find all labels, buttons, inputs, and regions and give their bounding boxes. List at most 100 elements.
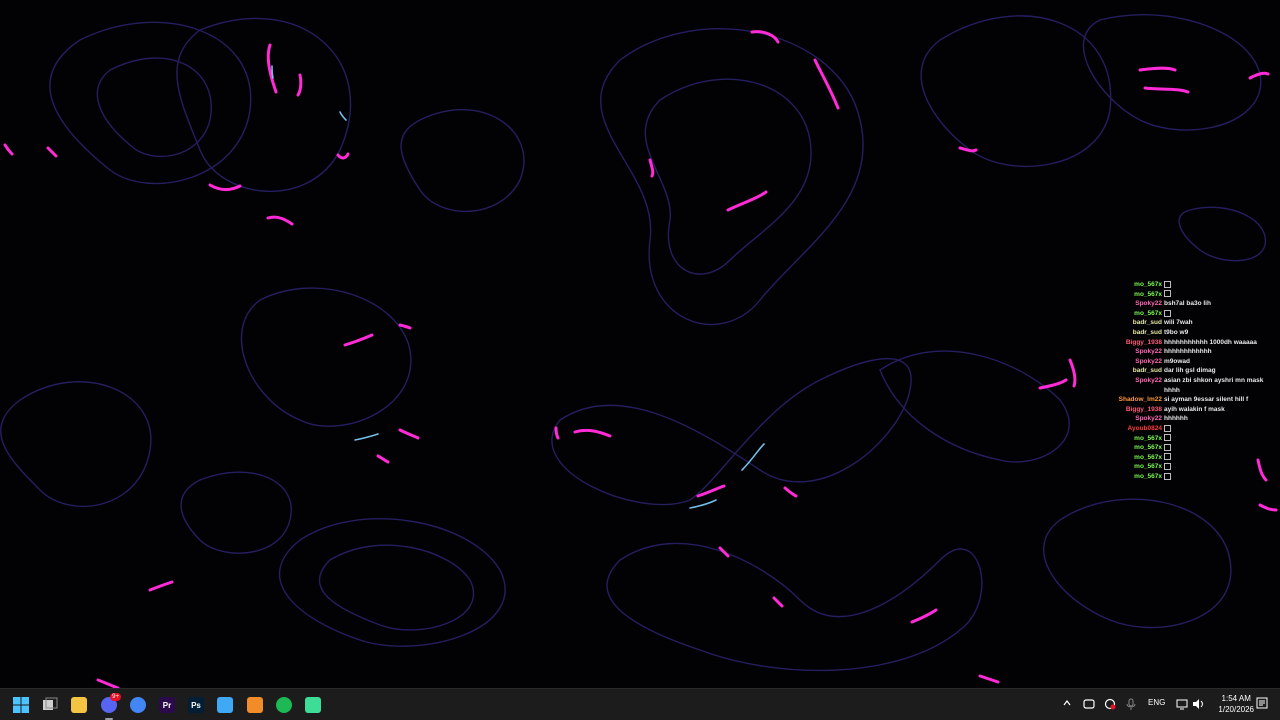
emote-icon	[1164, 434, 1171, 442]
chat-username: Biggy_1938	[1125, 405, 1162, 413]
chat-text	[1164, 434, 1268, 444]
chat-username: mo_567x	[1134, 453, 1162, 461]
language-indicator[interactable]: ENG	[1148, 698, 1165, 707]
desktop-wallpaper	[0, 0, 1280, 688]
chrome-button[interactable]	[126, 693, 150, 717]
chat-username: mo_567x	[1134, 472, 1162, 480]
chevron-up-icon[interactable]	[1062, 698, 1072, 710]
chat-message: Spoky22 asian zbi shkon ayshri mn mask hh…	[1098, 376, 1268, 395]
photoshop-button[interactable]: Ps	[184, 693, 208, 717]
chat-text	[1164, 424, 1268, 434]
chat-username: Ayoub0824	[1127, 424, 1162, 432]
chat-username: Spoky22	[1135, 376, 1162, 384]
chat-username: Biggy_1938	[1125, 338, 1162, 346]
security-icon[interactable]	[1104, 698, 1116, 712]
chat-username: mo_567x	[1134, 463, 1162, 471]
sync-icon[interactable]	[1083, 698, 1095, 712]
volume-icon[interactable]	[1192, 698, 1204, 712]
chat-text: dar lih gsl dimag	[1164, 367, 1216, 375]
chat-username: mo_567x	[1134, 444, 1162, 452]
chat-text: wili 7wah	[1164, 319, 1193, 327]
chat-text	[1164, 472, 1268, 482]
chat-text: asian zbi shkon ayshri mn mask hhhh	[1164, 376, 1264, 394]
chat-username: mo_567x	[1134, 290, 1162, 298]
premiere-icon: Pr	[159, 697, 175, 713]
emote-icon	[1164, 443, 1171, 451]
network-icon[interactable]	[1176, 698, 1188, 712]
chat-message: Biggy_1938 ayih walakin f mask	[1098, 405, 1268, 415]
chat-username: Shadow_lm22	[1118, 396, 1162, 404]
chat-username: mo_567x	[1134, 434, 1162, 442]
emote-icon	[1164, 280, 1171, 288]
taskbar: 9+ Pr Ps ENG 1:54 AM 1/20/2026	[0, 688, 1280, 720]
premiere-button[interactable]: Pr	[155, 693, 179, 717]
chat-username: Spoky22	[1135, 415, 1162, 423]
chat-username: Spoky22	[1135, 357, 1162, 365]
spotify-icon	[276, 697, 292, 713]
chat-username: Spoky22	[1135, 300, 1162, 308]
chat-text: m9owad	[1164, 357, 1191, 365]
photoshop-icon: Ps	[188, 697, 204, 713]
chat-message: Ayoub0824	[1098, 424, 1268, 434]
bot-app-button[interactable]	[301, 693, 325, 717]
chat-text	[1164, 280, 1268, 290]
notification-icon[interactable]	[1256, 697, 1268, 711]
discord-button[interactable]: 9+	[97, 693, 121, 720]
chat-message: mo_567x	[1098, 290, 1268, 300]
start-button[interactable]	[9, 693, 33, 717]
chat-message: badr_sud wili 7wah	[1098, 318, 1268, 328]
emote-icon	[1164, 290, 1171, 298]
file-explorer-button[interactable]	[67, 693, 91, 717]
chat-username: badr_sud	[1132, 319, 1162, 327]
chat-message: mo_567x	[1098, 443, 1268, 453]
emote-icon	[1164, 424, 1171, 432]
emote-icon	[1164, 309, 1171, 317]
chat-text: hhhhhhhhhhh 1000dh waaaaa	[1164, 338, 1257, 346]
windows-icon	[13, 697, 29, 713]
chat-message: mo_567x	[1098, 434, 1268, 444]
chat-text	[1164, 443, 1268, 453]
chat-username: mo_567x	[1134, 281, 1162, 288]
notepad-icon	[217, 697, 233, 713]
chat-username: badr_sud	[1132, 328, 1162, 336]
system-clock[interactable]: 1:54 AM 1/20/2026	[1218, 693, 1254, 715]
app-a-icon	[247, 697, 263, 713]
chat-text	[1164, 290, 1268, 300]
clock-date: 1/20/2026	[1218, 705, 1254, 714]
chat-message: mo_567x	[1098, 453, 1268, 463]
chat-text	[1164, 309, 1268, 319]
chat-text: hhhhhhhhhhhh	[1164, 348, 1212, 356]
task-view-button[interactable]	[38, 693, 62, 717]
chat-message: Shadow_lm22 si ayman 9essar silent hill f	[1098, 395, 1268, 405]
emote-icon	[1164, 463, 1171, 471]
stream-chat-overlay: mo_567x mo_567x Spoky22 bsh7al ba3o lih mo_5…	[1098, 280, 1268, 505]
chat-message: badr_sud t9bo w9	[1098, 328, 1268, 338]
chat-message: Spoky22 m9owad	[1098, 357, 1268, 367]
chat-text: hhhhhh	[1164, 415, 1188, 423]
chat-text: bsh7al ba3o lih	[1164, 300, 1211, 308]
spotify-button[interactable]	[272, 693, 296, 717]
microphone-icon[interactable]	[1126, 698, 1136, 712]
chat-text: t9bo w9	[1164, 328, 1189, 336]
notification-badge: 9+	[110, 693, 121, 701]
chat-text: ayih walakin f mask	[1164, 405, 1225, 413]
emote-icon	[1164, 453, 1171, 461]
chrome-icon	[130, 697, 146, 713]
chat-username: mo_567x	[1134, 309, 1162, 317]
chat-username: Spoky22	[1135, 348, 1162, 356]
chat-message: mo_567x	[1098, 280, 1268, 290]
app-a-button[interactable]	[243, 693, 267, 717]
chat-text	[1164, 462, 1268, 472]
chat-text	[1164, 453, 1268, 463]
chat-text: si ayman 9essar silent hill f	[1164, 396, 1249, 404]
notepad-button[interactable]	[213, 693, 237, 717]
chat-message: mo_567x	[1098, 462, 1268, 472]
chat-message: Spoky22 hhhhhhhhhhhh	[1098, 347, 1268, 357]
task-view-icon	[42, 697, 58, 713]
chat-message: mo_567x	[1098, 309, 1268, 319]
chat-message: badr_sud dar lih gsl dimag	[1098, 366, 1268, 376]
chat-message: Spoky22 bsh7al ba3o lih	[1098, 299, 1268, 309]
bot-icon	[305, 697, 321, 713]
chat-message: Spoky22 hhhhhh	[1098, 414, 1268, 424]
chat-username: badr_sud	[1132, 367, 1162, 375]
